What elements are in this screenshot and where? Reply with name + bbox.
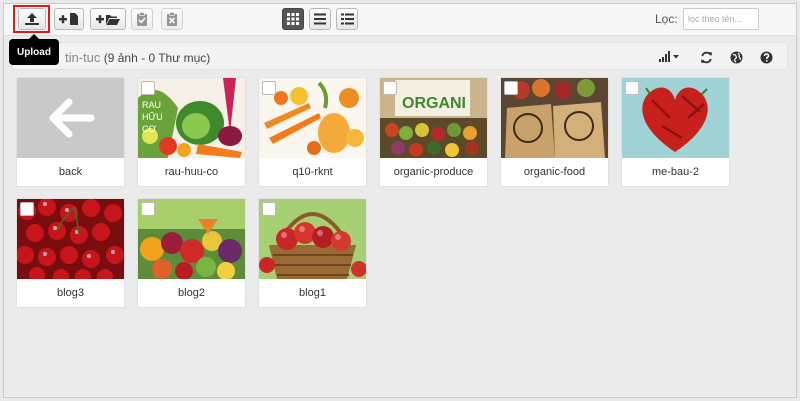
select-checkbox[interactable]: [383, 81, 397, 95]
breadcrumb-text: tin-tuc (9 ảnh - 0 Thư mục): [65, 50, 210, 65]
refresh-button[interactable]: [699, 50, 713, 64]
file-manager-window: Lọc: Upload tin-tuc (9 ảnh - 0 Thư mục): [3, 3, 797, 398]
image-item-q10-rknt[interactable]: q10-rknt: [258, 77, 367, 187]
detail-view-button[interactable]: [336, 8, 358, 30]
filter-input[interactable]: [683, 8, 759, 30]
language-button[interactable]: [729, 50, 743, 64]
filter-label: Lọc:: [655, 12, 678, 26]
image-item-blog3[interactable]: blog3: [16, 198, 125, 308]
select-checkbox[interactable]: [262, 81, 276, 95]
select-checkbox[interactable]: [262, 202, 276, 216]
upload-icon: [25, 13, 39, 25]
image-item-blog1[interactable]: blog1: [258, 198, 367, 308]
select-checkbox[interactable]: [20, 202, 34, 216]
help-button[interactable]: [759, 50, 773, 64]
item-label: q10-rknt: [292, 166, 333, 178]
arrow-left-icon: [49, 98, 95, 138]
item-label: organic-produce: [393, 166, 474, 178]
item-label: organic-food: [523, 166, 586, 178]
item-label: me-bau-2: [651, 166, 700, 178]
back-thumb: [17, 78, 124, 158]
list-view-button[interactable]: [309, 8, 331, 30]
svg-text:ORGANI: ORGANI: [402, 95, 466, 112]
sort-signal-icon: [659, 51, 679, 62]
upload-tooltip: Upload: [9, 34, 59, 65]
detail-list-icon: [340, 13, 354, 25]
select-checkbox[interactable]: [625, 81, 639, 95]
select-checkbox[interactable]: [504, 81, 518, 95]
toolbar: Lọc:: [4, 4, 796, 36]
plus-folder-icon: [96, 15, 120, 25]
upload-button[interactable]: [18, 8, 46, 30]
grid-icon: [287, 13, 299, 25]
svg-text:HỮU: HỮU: [142, 112, 163, 122]
image-item-blog2[interactable]: blog2: [137, 198, 246, 308]
breadcrumb-summary: (9 ảnh - 0 Thư mục): [103, 51, 211, 65]
item-label: blog2: [178, 287, 205, 299]
image-item-me-bau-2[interactable]: me-bau-2: [621, 77, 730, 187]
back-item[interactable]: back: [16, 77, 125, 187]
clear-clipboard-button[interactable]: [161, 8, 183, 30]
item-label: blog3: [57, 287, 84, 299]
item-label: back: [58, 166, 83, 178]
new-file-button[interactable]: [54, 8, 84, 30]
new-folder-button[interactable]: [90, 8, 126, 30]
breadcrumb-folder[interactable]: tin-tuc: [65, 50, 100, 65]
image-item-rau-huu-co[interactable]: RAU HỮU CƠ rau-huu-co: [137, 77, 246, 187]
svg-text:CƠ: CƠ: [142, 124, 156, 134]
plus-file-icon: [59, 13, 78, 25]
svg-text:RAU: RAU: [142, 100, 161, 110]
paste-button[interactable]: [131, 8, 153, 30]
item-label: rau-huu-co: [164, 166, 219, 178]
clipboard-check-icon: [137, 11, 147, 26]
grid-view-button[interactable]: [282, 8, 304, 30]
item-label: blog1: [299, 287, 326, 299]
refresh-icon: [700, 51, 712, 63]
breadcrumb: tin-tuc (9 ảnh - 0 Thư mục): [12, 42, 788, 70]
image-item-organic-produce[interactable]: ORGANI organic-produce: [379, 77, 488, 187]
help-icon: [760, 51, 772, 63]
image-item-organic-food[interactable]: organic-food: [500, 77, 609, 187]
globe-icon: [730, 51, 742, 63]
sort-button[interactable]: [659, 50, 681, 64]
list-icon: [314, 13, 326, 25]
select-checkbox[interactable]: [141, 81, 155, 95]
clipboard-clear-icon: [167, 11, 177, 26]
select-checkbox[interactable]: [141, 202, 155, 216]
